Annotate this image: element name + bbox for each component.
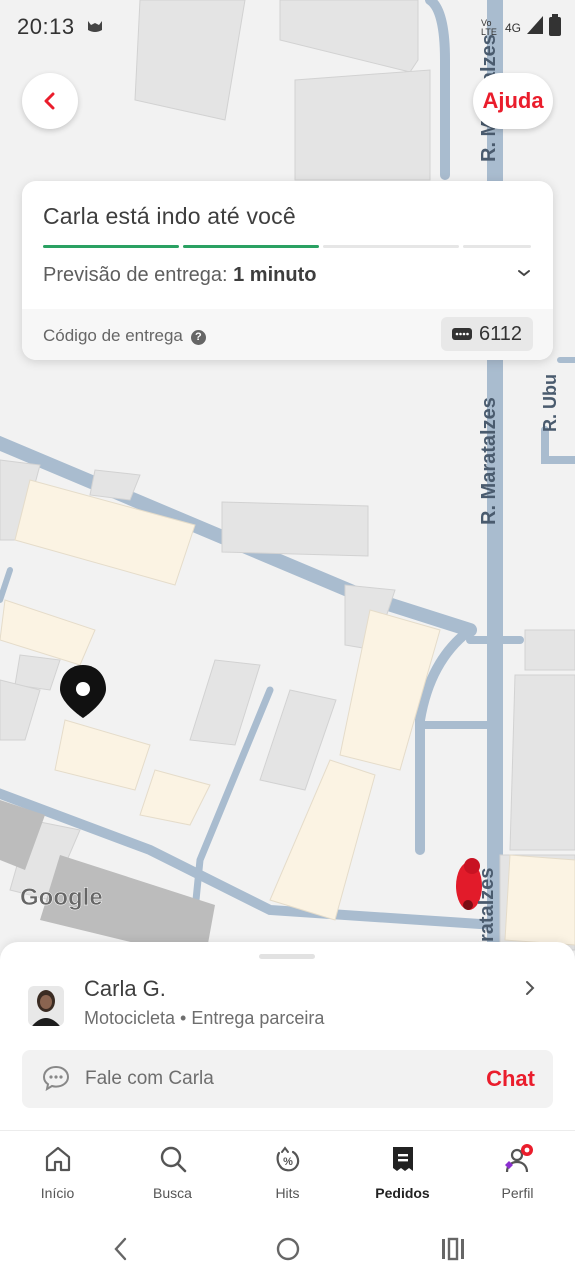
progress-step	[183, 245, 319, 248]
nav-item-busca[interactable]: Busca	[115, 1132, 230, 1212]
delivery-progress-bar	[43, 245, 531, 248]
svg-text:%: %	[283, 1156, 293, 1168]
receipt-icon	[392, 1147, 413, 1171]
driver-details: Motocicleta • Entrega parceira	[84, 1008, 325, 1028]
driver-bottom-sheet: Carla G. Motocicleta • Entrega parceira …	[0, 942, 575, 1280]
delivery-code-badge: 6112	[440, 317, 533, 351]
delivery-code-label: Código de entrega?	[43, 326, 206, 346]
eta-row[interactable]: Previsão de entrega: 1 minuto	[43, 264, 316, 287]
system-recents-icon[interactable]	[440, 1236, 466, 1267]
eta-label: Previsão de entrega:	[43, 264, 228, 286]
nav-item-perfil[interactable]: Perfil	[460, 1132, 575, 1212]
delivery-code-row: Código de entrega? 6112	[22, 309, 553, 360]
discount-icon: %	[276, 1146, 299, 1172]
progress-step	[463, 245, 531, 248]
back-button[interactable]	[22, 73, 78, 129]
driver-row[interactable]: Carla G. Motocicleta • Entrega parceira	[0, 962, 575, 1042]
nav-divider	[0, 1130, 575, 1131]
system-navigation-bar	[0, 1218, 575, 1280]
chevron-left-icon	[44, 92, 55, 110]
chevron-down-icon[interactable]	[517, 265, 531, 283]
avatar	[28, 986, 64, 1026]
system-back-icon[interactable]	[112, 1236, 130, 1267]
search-icon	[160, 1146, 186, 1173]
bottom-navigation: Início Busca % Hits Pedidos Perfil	[0, 1132, 575, 1212]
nav-item-inicio[interactable]: Início	[0, 1132, 115, 1212]
question-icon[interactable]: ?	[190, 330, 206, 345]
home-icon	[45, 1146, 70, 1172]
nav-label: Hits	[275, 1185, 300, 1201]
nav-label: Pedidos	[375, 1185, 430, 1201]
system-home-icon[interactable]	[275, 1236, 301, 1267]
nav-label: Perfil	[501, 1185, 534, 1201]
street-label-ubu: R. Ubu	[540, 374, 560, 432]
status-bar: 20:13 Vo LTE 4G	[0, 0, 575, 56]
battery-icon	[549, 14, 561, 41]
signal-icon	[527, 16, 543, 39]
help-button[interactable]: Ajuda	[473, 73, 553, 129]
progress-step	[43, 245, 179, 248]
delivery-status-card: Carla está indo até você Previsão de ent…	[22, 181, 553, 360]
delivery-code-value: 6112	[478, 322, 522, 345]
chevron-right-icon[interactable]	[525, 980, 535, 1001]
sheet-drag-handle[interactable]	[259, 954, 315, 959]
network-icon: Vo LTE	[480, 17, 497, 37]
profile-icon	[504, 1144, 533, 1173]
nav-label: Início	[40, 1185, 75, 1201]
delivery-code-label-text: Código de entrega	[43, 326, 183, 345]
nav-item-hits[interactable]: % Hits	[230, 1132, 345, 1212]
progress-step	[323, 245, 459, 248]
delivery-status-title: Carla está indo até você	[43, 203, 296, 229]
google-logo: Google	[20, 884, 103, 912]
nav-label: Busca	[153, 1185, 192, 1201]
chat-bar[interactable]: Fale com Carla Chat	[22, 1050, 553, 1108]
keypad-icon	[451, 328, 472, 340]
chat-button[interactable]: Chat	[486, 1066, 535, 1092]
eta-value: 1 minuto	[233, 264, 317, 286]
status-icons: Vo LTE 4G	[481, 14, 561, 41]
chat-bubble-icon	[42, 1065, 70, 1096]
nav-item-pedidos[interactable]: Pedidos	[345, 1132, 460, 1212]
driver-name: Carla G.	[84, 976, 166, 1001]
chat-placeholder: Fale com Carla	[85, 1068, 214, 1089]
cat-icon	[86, 18, 104, 39]
street-label-maratalzes-bottom: ratalzes	[476, 867, 498, 943]
street-label-maratalzes-mid: R. Maratalzes	[478, 397, 500, 525]
signal-label: 4G	[504, 20, 521, 35]
status-time: 20:13	[17, 14, 75, 39]
